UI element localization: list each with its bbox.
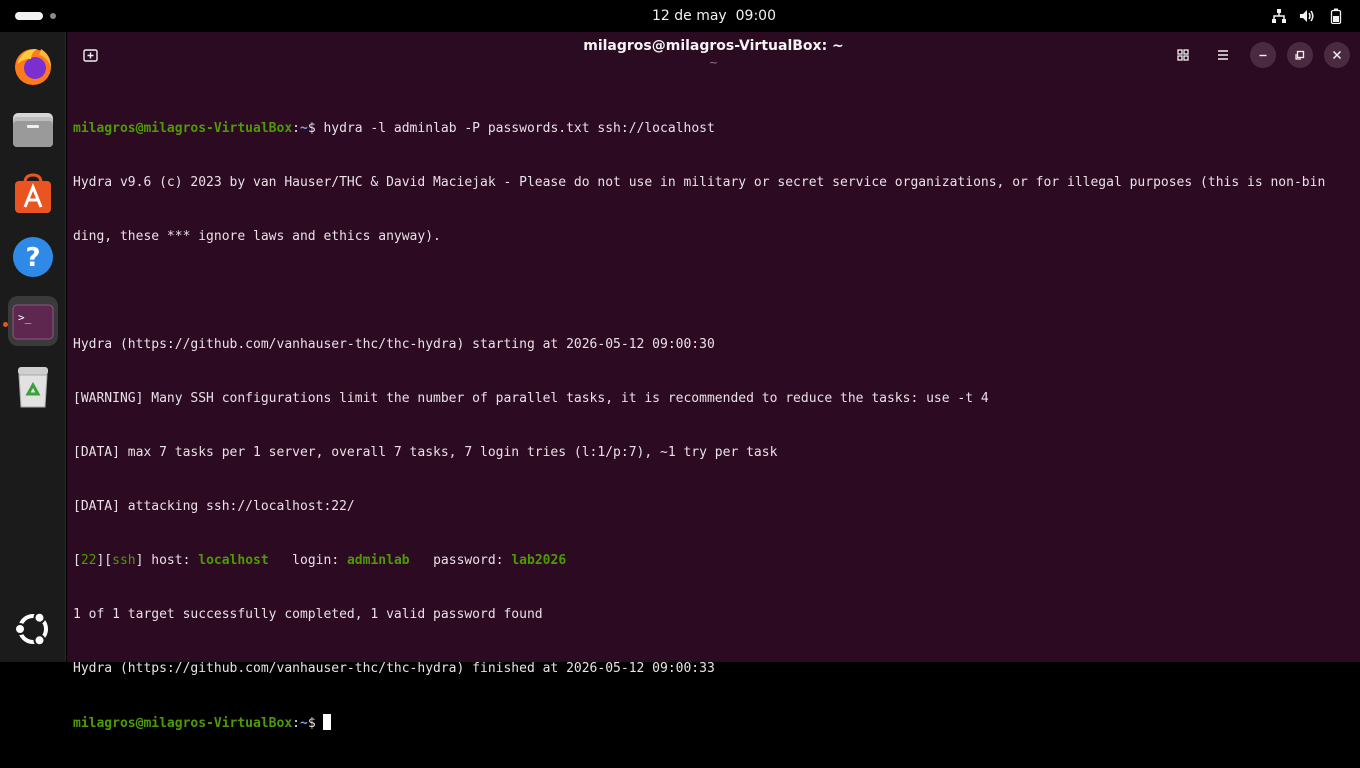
result-password: lab2026 bbox=[511, 553, 567, 568]
result-line: [22][ssh] host: localhost login: adminla… bbox=[73, 553, 567, 568]
ubuntu-logo-icon bbox=[14, 611, 48, 647]
clock-date: 12 de may bbox=[652, 8, 727, 24]
output-line: 1 of 1 target successfully completed, 1 … bbox=[73, 607, 543, 622]
dock-app-center[interactable] bbox=[8, 168, 58, 218]
dock-trash[interactable] bbox=[8, 362, 58, 412]
dock-files[interactable] bbox=[8, 104, 58, 154]
output-line: [WARNING] Many SSH configurations limit … bbox=[73, 391, 989, 406]
terminal-window: milagros@milagros-VirtualBox: ~ ~ milagr… bbox=[67, 32, 1360, 731]
terminal-cursor bbox=[323, 714, 332, 730]
svg-text:>_: >_ bbox=[18, 311, 32, 324]
prompt-separator: : bbox=[292, 121, 300, 136]
result-port: 22 bbox=[80, 553, 97, 568]
result-login: adminlab bbox=[346, 553, 410, 568]
firefox-icon bbox=[15, 49, 51, 85]
hamburger-menu-icon bbox=[1218, 50, 1228, 60]
dock-firefox[interactable] bbox=[8, 40, 58, 90]
window-header-bar[interactable]: milagros@milagros-VirtualBox: ~ ~ bbox=[67, 32, 1360, 78]
result-login-label: login: bbox=[268, 553, 347, 568]
output-line: [DATA] attacking ssh://localhost:22/ bbox=[73, 499, 355, 514]
minimize-icon bbox=[1259, 54, 1267, 57]
restore-icon bbox=[1295, 50, 1305, 60]
close-icon bbox=[1332, 50, 1342, 60]
network-icon[interactable] bbox=[1271, 8, 1287, 24]
app-center-icon bbox=[15, 173, 51, 213]
terminal-output[interactable]: milagros@milagros-VirtualBox:~$ hydra -l… bbox=[73, 84, 1355, 731]
dock-help[interactable]: ? bbox=[8, 232, 58, 282]
svg-text:?: ? bbox=[25, 243, 40, 273]
dock-terminal[interactable]: >_ bbox=[8, 296, 58, 346]
volume-icon[interactable] bbox=[1299, 8, 1315, 24]
clock-time: 09:00 bbox=[735, 8, 776, 24]
result-host: localhost bbox=[198, 553, 269, 568]
result-host-label: host: bbox=[143, 553, 199, 568]
dock: ? >_ bbox=[0, 32, 66, 662]
prompt-path: ~ bbox=[299, 716, 308, 731]
close-button[interactable] bbox=[1324, 42, 1350, 68]
battery-icon[interactable] bbox=[1328, 8, 1344, 25]
result-password-label: password: bbox=[409, 553, 512, 568]
terminal-icon: >_ bbox=[12, 304, 54, 340]
prompt-path: ~ bbox=[299, 121, 308, 136]
dock-show-apps[interactable] bbox=[8, 604, 58, 654]
output-line: Hydra v9.6 (c) 2023 by van Hauser/THC & … bbox=[73, 175, 1326, 190]
minimize-button[interactable] bbox=[1250, 42, 1276, 68]
window-title: milagros@milagros-VirtualBox: ~ bbox=[583, 38, 844, 54]
prompt-user: milagros@milagros-VirtualBox bbox=[73, 121, 293, 136]
menu-button[interactable] bbox=[1210, 42, 1236, 68]
files-icon bbox=[13, 113, 53, 147]
command-line: milagros@milagros-VirtualBox:~$ hydra -l… bbox=[73, 120, 1355, 138]
view-tabs-button[interactable] bbox=[1170, 42, 1196, 68]
grid-icon bbox=[1177, 49, 1189, 61]
top-bar: 12 de may 09:00 bbox=[0, 0, 1360, 32]
prompt-symbol: $ bbox=[307, 121, 316, 136]
command-text: hydra -l adminlab -P passwords.txt ssh:/… bbox=[315, 121, 715, 136]
output-line: [DATA] max 7 tasks per 1 server, overall… bbox=[73, 445, 778, 460]
current-prompt-line: milagros@milagros-VirtualBox:~$ bbox=[73, 714, 1355, 732]
output-line: Hydra (https://github.com/vanhauser-thc/… bbox=[73, 661, 715, 676]
prompt-symbol: $ bbox=[307, 716, 316, 731]
maximize-button[interactable] bbox=[1287, 42, 1313, 68]
result-service: ssh bbox=[112, 553, 136, 568]
prompt-user: milagros@milagros-VirtualBox bbox=[73, 716, 293, 731]
trash-icon bbox=[18, 367, 48, 408]
window-subtitle: ~ bbox=[708, 56, 719, 69]
output-line: Hydra (https://github.com/vanhauser-thc/… bbox=[73, 337, 715, 352]
clock[interactable]: 12 de may 09:00 bbox=[0, 0, 1360, 32]
help-icon: ? bbox=[13, 237, 53, 277]
output-line: ding, these *** ignore laws and ethics a… bbox=[73, 229, 441, 244]
prompt-separator: : bbox=[292, 716, 300, 731]
